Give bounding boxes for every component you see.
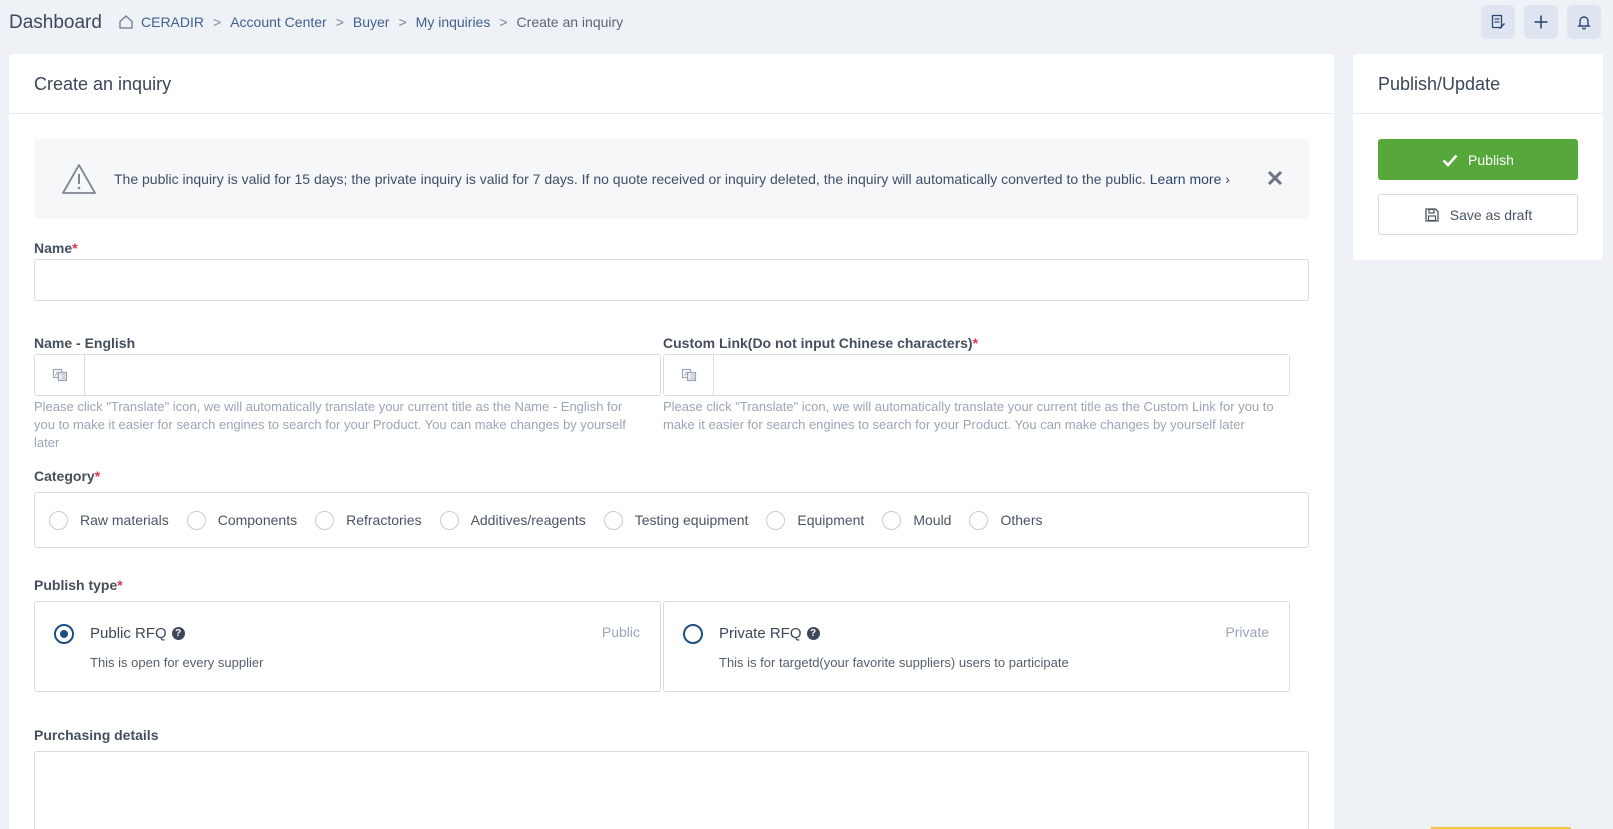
public-rfq-title: Public RFQ ? <box>90 625 185 642</box>
category-components[interactable]: Components <box>186 510 297 530</box>
breadcrumb-my-inquiries[interactable]: My inquiries <box>416 14 491 30</box>
radio-circle <box>186 510 206 530</box>
private-tag: Private <box>1225 624 1269 640</box>
breadcrumb-separator: > <box>335 14 344 30</box>
radio-circle <box>603 510 623 530</box>
check-icon <box>1442 154 1458 167</box>
publish-type-label: Publish type* <box>34 577 123 593</box>
top-bar: Dashboard CERADIR > Account Center > Buy… <box>0 0 1613 46</box>
translate-icon: A 文 <box>52 368 67 382</box>
name-english-label: Name - English <box>34 335 136 351</box>
close-icon[interactable] <box>1266 169 1284 187</box>
public-tag: Public <box>601 624 640 640</box>
public-rfq-desc: This is open for every supplier <box>90 655 264 670</box>
private-rfq-card[interactable]: Private RFQ ? Private This is for target… <box>663 601 1290 692</box>
svg-text:文: 文 <box>60 373 66 381</box>
name-english-input[interactable] <box>85 355 660 395</box>
radio-circle <box>315 510 335 530</box>
radio-circle <box>766 510 786 530</box>
breadcrumb-separator: > <box>499 14 508 30</box>
breadcrumb-account-center[interactable]: Account Center <box>230 14 327 30</box>
translate-button[interactable]: A 文 <box>35 355 85 395</box>
category-refractories[interactable]: Refractories <box>315 510 422 530</box>
public-rfq-card[interactable]: Public RFQ ? Public This is open for eve… <box>34 601 661 692</box>
publish-panel-title: Publish/Update <box>1353 54 1603 114</box>
learn-more-link[interactable]: Learn more › <box>1150 171 1230 187</box>
custom-link-help: Please click "Translate" icon, we will a… <box>663 399 1274 432</box>
category-mould[interactable]: Mould <box>882 510 951 530</box>
name-input[interactable] <box>34 259 1309 301</box>
private-rfq-radio[interactable] <box>683 624 703 644</box>
category-options: Raw materials Components Refractories Ad… <box>34 492 1309 548</box>
breadcrumb-separator: > <box>398 14 407 30</box>
category-equipment[interactable]: Equipment <box>766 510 864 530</box>
plus-icon <box>1534 15 1548 29</box>
document-edit-icon <box>1491 14 1505 29</box>
custom-link-label: Custom Link(Do not input Chinese charact… <box>663 335 979 351</box>
dashboard-title: Dashboard <box>9 12 102 33</box>
category-raw-materials[interactable]: Raw materials <box>49 510 169 530</box>
publish-button[interactable]: Publish <box>1378 139 1578 180</box>
name-english-field: A 文 <box>34 354 661 396</box>
radio-circle <box>439 510 459 530</box>
category-label: Category* <box>34 468 101 484</box>
breadcrumb-buyer[interactable]: Buyer <box>353 14 390 30</box>
breadcrumb: CERADIR > Account Center > Buyer > My in… <box>118 14 623 30</box>
private-rfq-title: Private RFQ ? <box>719 625 820 642</box>
translate-button[interactable]: A 文 <box>664 355 714 395</box>
breadcrumb-create-inquiry: Create an inquiry <box>516 14 624 30</box>
svg-text:文: 文 <box>689 373 695 381</box>
validity-notice: The public inquiry is valid for 15 days;… <box>34 139 1309 219</box>
notes-button[interactable] <box>1481 5 1515 39</box>
panel-title: Create an inquiry <box>9 54 1334 114</box>
notice-message: The public inquiry is valid for 15 days;… <box>114 171 1146 187</box>
radio-circle <box>882 510 902 530</box>
breadcrumb-ceradir[interactable]: CERADIR <box>141 14 204 30</box>
category-additives-reagents[interactable]: Additives/reagents <box>439 510 586 530</box>
purchasing-details-editor[interactable] <box>34 751 1309 829</box>
custom-link-input[interactable] <box>714 355 1289 395</box>
add-button[interactable] <box>1524 5 1558 39</box>
top-actions <box>1481 5 1601 39</box>
breadcrumb-separator: > <box>213 14 222 30</box>
notice-text: The public inquiry is valid for 15 days;… <box>114 171 1230 187</box>
purchasing-details-label: Purchasing details <box>34 727 159 743</box>
question-icon[interactable]: ? <box>806 627 820 640</box>
bell-icon <box>1577 16 1591 30</box>
save-draft-button[interactable]: Save as draft <box>1378 194 1578 235</box>
warning-icon <box>62 164 96 194</box>
save-icon <box>1425 207 1439 222</box>
home-icon[interactable] <box>118 14 134 30</box>
private-rfq-desc: This is for targetd(your favorite suppli… <box>719 655 1069 670</box>
custom-link-field: A 文 <box>663 354 1290 396</box>
name-label: Name* <box>34 240 78 256</box>
translate-icon: A 文 <box>681 368 696 382</box>
publish-panel: Publish/Update Publish Save as draft <box>1353 54 1603 260</box>
radio-circle <box>49 510 68 530</box>
notifications-button[interactable] <box>1567 5 1601 39</box>
category-others[interactable]: Others <box>969 510 1042 530</box>
question-icon[interactable]: ? <box>171 627 185 640</box>
radio-circle <box>969 510 989 530</box>
category-testing-equipment[interactable]: Testing equipment <box>603 510 748 530</box>
public-rfq-radio[interactable] <box>54 624 74 644</box>
name-english-help: Please click "Translate" icon, we will a… <box>34 399 626 450</box>
create-inquiry-panel: Create an inquiry The public inquiry is … <box>9 54 1334 829</box>
